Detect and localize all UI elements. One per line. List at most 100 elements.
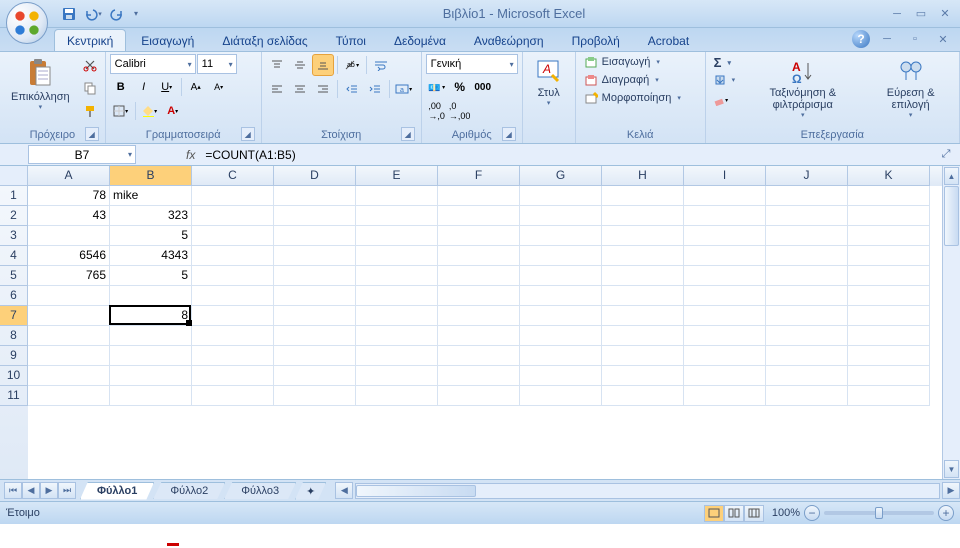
row-header-10[interactable]: 10 [0,366,28,386]
sort-filter-button[interactable]: AΩ Ταξινόμηση & φιλτράρισμα ▾ [741,54,864,122]
orientation-button[interactable]: ab▾ [341,54,363,76]
row-header-11[interactable]: 11 [0,386,28,406]
cell-C5[interactable] [192,266,274,286]
cell-D6[interactable] [274,286,356,306]
cell-G2[interactable] [520,206,602,226]
cell-H9[interactable] [602,346,684,366]
tab-review[interactable]: Αναθεώρηση [461,29,557,51]
cell-D10[interactable] [274,366,356,386]
cell-I1[interactable] [684,186,766,206]
tab-acrobat[interactable]: Acrobat [635,29,702,51]
next-sheet-button[interactable]: ▶ [40,482,58,499]
tab-page-layout[interactable]: Διάταξη σελίδας [209,29,320,51]
cell-I3[interactable] [684,226,766,246]
increase-decimal-button[interactable]: ,00→,0 [426,100,448,122]
cell-G7[interactable] [520,306,602,326]
cell-F11[interactable] [438,386,520,406]
column-header-D[interactable]: D [274,166,356,186]
cell-B6[interactable] [110,286,192,306]
cell-E3[interactable] [356,226,438,246]
cell-A7[interactable] [28,306,110,326]
cell-J8[interactable] [766,326,848,346]
cell-J10[interactable] [766,366,848,386]
cell-grid[interactable]: 78mike4332356546434376558 [28,186,942,479]
formula-bar[interactable] [201,145,938,164]
cell-I11[interactable] [684,386,766,406]
cell-J2[interactable] [766,206,848,226]
horizontal-scrollbar[interactable] [355,483,940,499]
cell-C7[interactable] [192,306,274,326]
cell-F5[interactable] [438,266,520,286]
cell-G11[interactable] [520,386,602,406]
cell-G8[interactable] [520,326,602,346]
cell-E11[interactable] [356,386,438,406]
mdi-minimize[interactable]: ─ [876,30,898,48]
copy-button[interactable] [79,77,101,99]
cell-J7[interactable] [766,306,848,326]
cell-J9[interactable] [766,346,848,366]
cell-K4[interactable] [848,246,930,266]
cell-C11[interactable] [192,386,274,406]
cell-K5[interactable] [848,266,930,286]
row-header-9[interactable]: 9 [0,346,28,366]
cell-F4[interactable] [438,246,520,266]
minimize-button[interactable]: ─ [886,5,908,23]
cell-F6[interactable] [438,286,520,306]
cell-A4[interactable]: 6546 [28,246,110,266]
vertical-scrollbar[interactable]: ▲ ▼ [942,166,960,479]
cell-F9[interactable] [438,346,520,366]
cell-H8[interactable] [602,326,684,346]
cell-I5[interactable] [684,266,766,286]
font-name-combo[interactable]: Calibri [110,54,196,74]
cell-D3[interactable] [274,226,356,246]
grow-font-button[interactable]: A▴ [185,76,207,98]
row-header-6[interactable]: 6 [0,286,28,306]
page-layout-view-button[interactable] [724,505,744,522]
paste-button[interactable]: Επικόλληση ▾ [4,54,77,114]
cell-C4[interactable] [192,246,274,266]
cell-I8[interactable] [684,326,766,346]
cell-J6[interactable] [766,286,848,306]
cell-B9[interactable] [110,346,192,366]
qat-customize[interactable]: ▾ [130,3,142,25]
prev-sheet-button[interactable]: ◀ [22,482,40,499]
cell-A10[interactable] [28,366,110,386]
cell-B11[interactable] [110,386,192,406]
select-all-corner[interactable] [0,166,28,186]
cell-K10[interactable] [848,366,930,386]
row-header-8[interactable]: 8 [0,326,28,346]
cell-H5[interactable] [602,266,684,286]
row-headers[interactable]: 1234567891011 [0,186,28,479]
cell-E1[interactable] [356,186,438,206]
cell-K2[interactable] [848,206,930,226]
row-header-2[interactable]: 2 [0,206,28,226]
scroll-down-button[interactable]: ▼ [944,460,959,478]
column-header-B[interactable]: B [110,166,192,186]
column-header-I[interactable]: I [684,166,766,186]
fx-icon[interactable]: fx [186,148,195,162]
cut-button[interactable] [79,54,101,76]
merge-center-button[interactable]: a▾ [393,78,415,100]
autosum-button[interactable]: Σ [710,54,740,71]
tab-formulas[interactable]: Τύποι [323,29,379,51]
column-header-G[interactable]: G [520,166,602,186]
cell-E6[interactable] [356,286,438,306]
cell-H1[interactable] [602,186,684,206]
cell-C9[interactable] [192,346,274,366]
expand-formula-bar[interactable]: ⤢ [938,147,954,163]
scroll-right-button[interactable]: ▶ [942,482,960,499]
cell-J3[interactable] [766,226,848,246]
column-header-F[interactable]: F [438,166,520,186]
cell-E4[interactable] [356,246,438,266]
comma-button[interactable]: 000 [472,76,494,98]
cell-K9[interactable] [848,346,930,366]
align-center-button[interactable] [289,78,311,100]
bold-button[interactable]: B [110,76,132,98]
cell-G6[interactable] [520,286,602,306]
decrease-indent-button[interactable] [341,78,363,100]
cell-G3[interactable] [520,226,602,246]
cell-A6[interactable] [28,286,110,306]
cell-E7[interactable] [356,306,438,326]
cell-C1[interactable] [192,186,274,206]
cell-C3[interactable] [192,226,274,246]
